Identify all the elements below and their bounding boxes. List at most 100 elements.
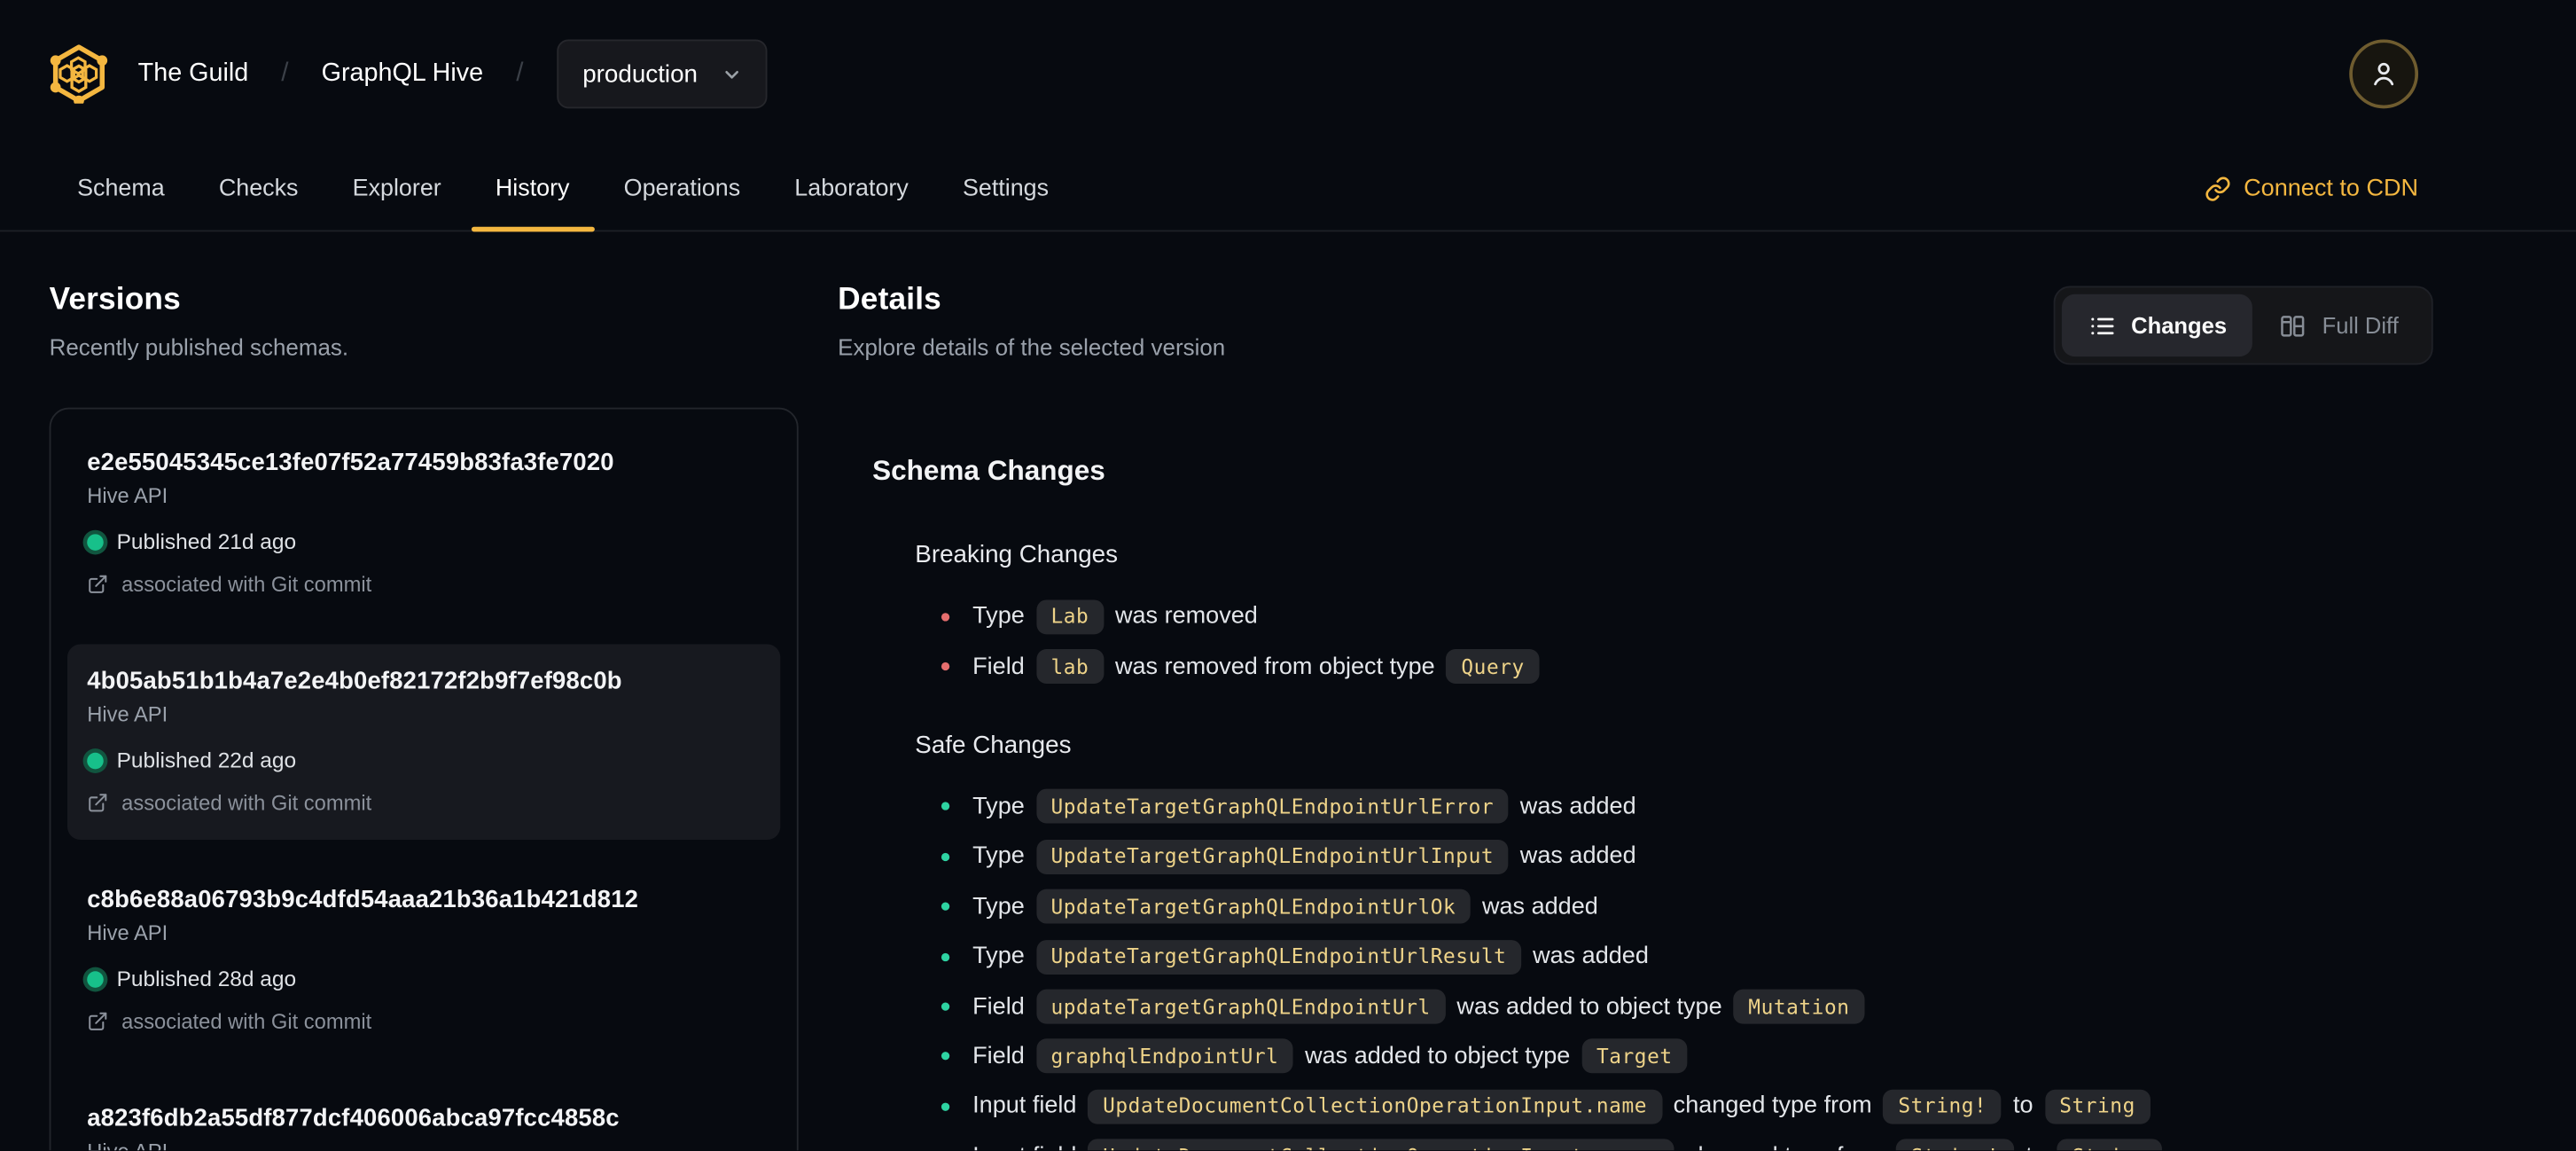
tab-bar: Schema Checks Explorer History Operation… [0, 148, 2576, 232]
change-text-segment: Type [972, 944, 1025, 970]
tab-explorer[interactable]: Explorer [328, 148, 466, 231]
user-icon [2374, 62, 2394, 86]
change-item: Field updateTargetGraphQLEndpointUrl was a… [941, 982, 2433, 1031]
hive-logo-icon[interactable] [50, 44, 109, 104]
change-text: Type Lab was removed [972, 599, 1258, 634]
change-bullet-icon [941, 852, 950, 861]
full-diff-view-label: Full Diff [2322, 313, 2399, 338]
change-text-segment: to [2026, 1143, 2046, 1150]
change-text: Field updateTargetGraphQLEndpointUrl was a… [972, 989, 1876, 1024]
tab-history[interactable]: History [471, 148, 595, 232]
change-text: Field graphqlEndpointUrl was added to obje… [972, 1039, 1698, 1074]
user-menu-button[interactable] [2349, 39, 2419, 109]
tab-schema[interactable]: Schema [52, 148, 189, 231]
code-chip: updateTargetGraphQLEndpointUrl [1035, 989, 1446, 1024]
code-chip: Mutation [1733, 989, 1865, 1024]
details-header: Details Explore details of the selected … [838, 283, 2433, 365]
change-text-segment: changed type from [1673, 1093, 1872, 1120]
breaking-changes-title: Breaking Changes [915, 540, 1119, 569]
version-service: Hive API [87, 701, 168, 727]
active-tab-underline [471, 226, 595, 232]
changes-view-button[interactable]: Changes [2062, 294, 2253, 357]
version-card[interactable]: a823f6db2a55df877dcf406006abca97fcc4858c… [67, 1081, 780, 1150]
tab-checks[interactable]: Checks [194, 148, 323, 231]
change-item: Field lab was removed from object type Quer… [941, 642, 2433, 692]
git-commit-link[interactable]: associated with Git commit [87, 790, 761, 815]
connect-to-cdn-link[interactable]: Connect to CDN [2205, 176, 2418, 202]
tab-label: Schema [77, 176, 165, 202]
tab-settings[interactable]: Settings [938, 148, 1073, 231]
change-text: Input field UpdateDocumentCollectionOpera… [972, 1089, 2161, 1124]
change-bullet-icon [941, 612, 950, 621]
git-commit-link[interactable]: associated with Git commit [87, 572, 761, 597]
content: Versions Recently published schemas. e2e… [0, 231, 2576, 1151]
version-card[interactable]: c8b6e88a06793b9c4dfd54aaa21b36a1b421d812… [67, 863, 780, 1059]
details-panel: Details Explore details of the selected … [838, 283, 2433, 1151]
versions-title: Versions [49, 282, 181, 317]
version-card[interactable]: e2e55045345ce13fe07f52a77459b83fa3fe7020… [67, 426, 780, 622]
version-hash: a823f6db2a55df877dcf406006abca97fcc4858c [87, 1106, 620, 1132]
change-item: Input field UpdateDocumentCollectionOpera… [941, 1082, 2433, 1131]
version-published-text: Published 22d ago [116, 748, 297, 773]
code-chip: String! [1895, 1139, 2015, 1151]
change-text-segment: was removed from object type [1114, 653, 1435, 680]
app-window: The Guild / GraphQL Hive / production Sc… [0, 0, 2576, 1151]
external-link-icon [89, 794, 107, 812]
change-text-segment: was added [1533, 944, 1649, 970]
code-chip: UpdateDocumentCollectionOperationInput.q… [1088, 1139, 1674, 1151]
target-tabs: Schema Checks Explorer History Operation… [52, 148, 1073, 232]
version-status: Published 21d ago [87, 529, 761, 554]
tab-laboratory[interactable]: Laboratory [770, 148, 933, 231]
full-diff-view-button[interactable]: Full Diff [2253, 294, 2425, 356]
change-bullet-icon [941, 1052, 950, 1061]
git-commit-label: associated with Git commit [121, 571, 372, 597]
change-text: Type UpdateTargetGraphQLEndpointUrlResult… [972, 939, 1649, 975]
change-text-segment: Field [972, 653, 1025, 680]
link-icon [2205, 176, 2229, 201]
view-toggle: Changes Full Diff [2054, 286, 2433, 365]
breaking-changes-list: Type Lab was removed Field lab was removed f… [941, 591, 2433, 692]
code-chip: UpdateTargetGraphQLEndpointUrlResult [1035, 939, 1522, 975]
code-chip: UpdateTargetGraphQLEndpointUrlInput [1035, 839, 1509, 874]
change-text-segment: Field [972, 993, 1025, 1021]
change-text: Type UpdateTargetGraphQLEndpointUrlOk was … [972, 889, 1598, 925]
change-text-segment: was added [1519, 843, 1636, 871]
change-bullet-icon [941, 1002, 950, 1011]
tab-operations[interactable]: Operations [599, 148, 765, 231]
status-dot [87, 970, 104, 987]
change-text: Type UpdateTargetGraphQLEndpointUrlError w… [972, 789, 1636, 825]
details-subtitle: Explore details of the selected version [838, 333, 1226, 360]
git-commit-link[interactable]: associated with Git commit [87, 1009, 761, 1034]
version-service: Hive API [87, 482, 168, 508]
change-bullet-icon [941, 1102, 950, 1111]
version-service: Hive API [87, 1139, 761, 1150]
breadcrumb-org[interactable]: The Guild [138, 59, 249, 89]
version-status: Published 28d ago [87, 967, 761, 991]
change-item: Input field UpdateDocumentCollectionOpera… [941, 1131, 2433, 1151]
tab-label: Checks [218, 176, 299, 202]
code-chip: String [2044, 1089, 2151, 1124]
breadcrumb-project[interactable]: GraphQL Hive [322, 59, 484, 89]
tab-label: Operations [623, 176, 741, 202]
change-bullet-icon [941, 662, 950, 671]
target-selector[interactable]: production [556, 39, 767, 109]
change-text-segment: Type [972, 794, 1025, 820]
change-item: Field graphqlEndpointUrl was added to obje… [941, 1031, 2433, 1081]
change-text-segment: was added to object type [1456, 993, 1722, 1021]
version-published-text: Published 21d ago [116, 529, 297, 554]
change-text-segment: changed type from [1686, 1143, 1885, 1150]
breadcrumb: The Guild / GraphQL Hive / production [138, 39, 767, 109]
code-chip: UpdateTargetGraphQLEndpointUrlOk [1035, 889, 1471, 925]
version-card[interactable]: 4b05ab51b1b4a7e2e4b0ef82172f2b9f7ef98c0b… [66, 644, 781, 841]
changes-groups: Breaking Changes Type Lab was removed Fiel… [872, 541, 2433, 1151]
code-chip: UpdateTargetGraphQLEndpointUrlError [1035, 789, 1509, 825]
version-service: Hive API [87, 920, 168, 945]
version-hash: 4b05ab51b1b4a7e2e4b0ef82172f2b9f7ef98c0b [87, 669, 622, 695]
code-chip: Lab [1035, 599, 1104, 634]
breadcrumb-row: The Guild / GraphQL Hive / production [0, 0, 2576, 148]
versions-list: e2e55045345ce13fe07f52a77459b83fa3fe7020… [49, 407, 799, 1151]
git-commit-label: associated with Git commit [121, 790, 372, 816]
version-published-text: Published 28d ago [116, 966, 297, 991]
change-bullet-icon [941, 952, 950, 961]
version-hash: c8b6e88a06793b9c4dfd54aaa21b36a1b421d812 [87, 887, 639, 914]
